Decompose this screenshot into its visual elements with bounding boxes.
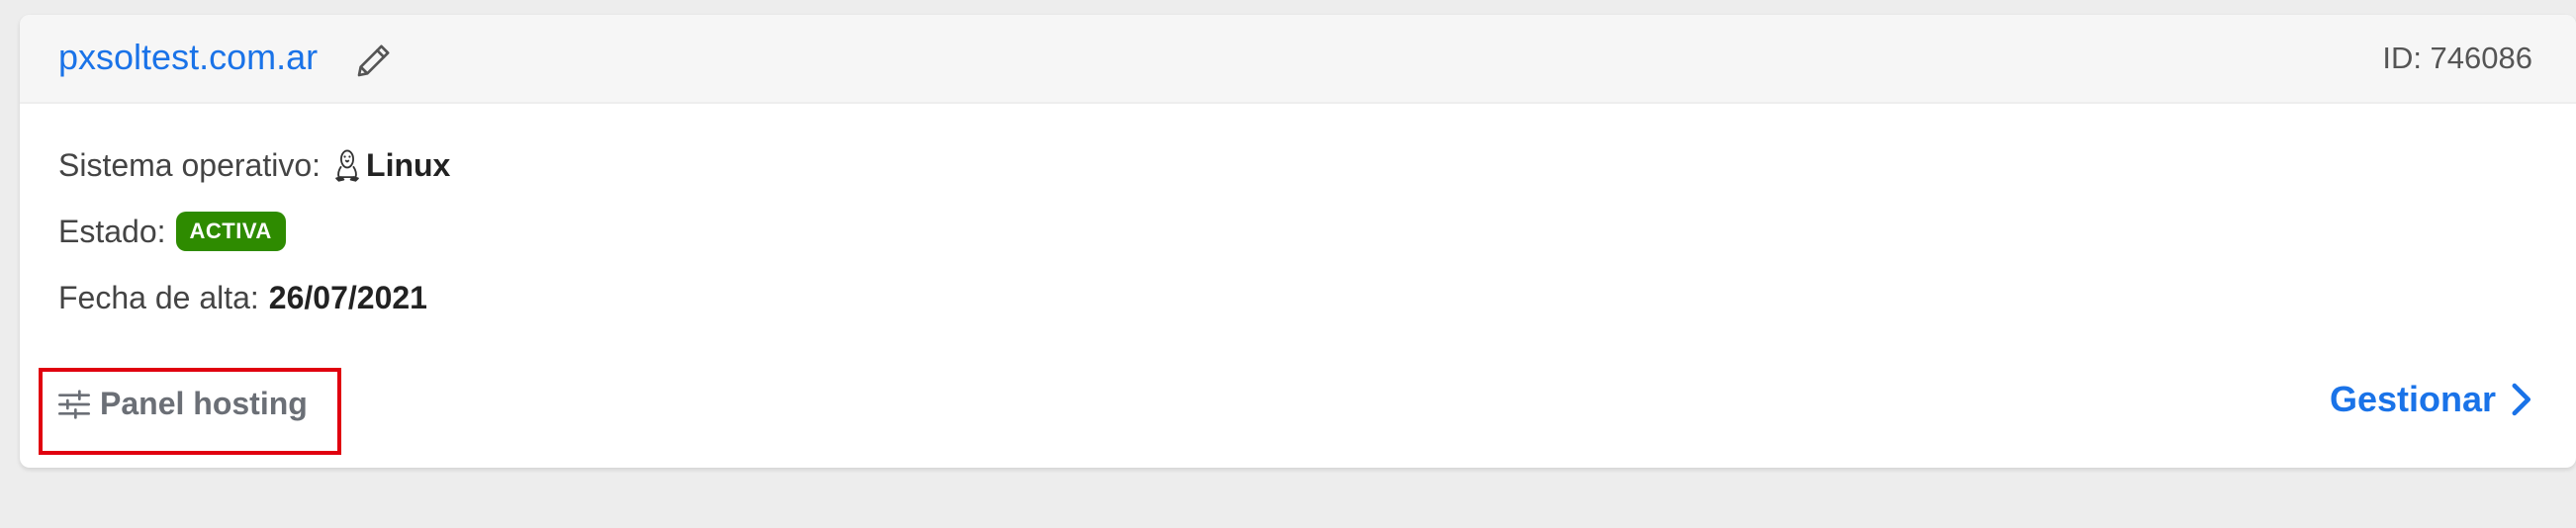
sliders-icon bbox=[58, 389, 90, 419]
date-row: Fecha de alta: 26/07/2021 bbox=[58, 276, 427, 319]
service-id: ID: 746086 bbox=[2382, 41, 2532, 75]
status-badge: ACTIVA bbox=[175, 212, 286, 251]
state-label: Estado: bbox=[58, 214, 166, 249]
os-label: Sistema operativo: bbox=[58, 147, 322, 183]
os-value: Linux bbox=[366, 147, 451, 183]
tux-linux-icon bbox=[335, 149, 359, 182]
pencil-icon[interactable] bbox=[354, 41, 394, 80]
domain-link[interactable]: pxsoltest.com.ar bbox=[58, 36, 318, 79]
date-label: Fecha de alta: bbox=[58, 280, 259, 315]
panel-hosting-label: Panel hosting bbox=[100, 386, 308, 421]
chevron-right-icon bbox=[2512, 383, 2531, 416]
manage-button[interactable]: Gestionar bbox=[2330, 379, 2531, 420]
manage-label: Gestionar bbox=[2329, 379, 2496, 419]
date-value: 26/07/2021 bbox=[268, 280, 427, 315]
state-row: Estado: ACTIVA bbox=[58, 210, 286, 253]
panel-hosting-button[interactable]: Panel hosting bbox=[58, 386, 308, 422]
os-row: Sistema operativo: Linux bbox=[58, 143, 450, 187]
card-header: pxsoltest.com.ar ID: 746086 bbox=[20, 15, 2576, 104]
hosting-service-card: pxsoltest.com.ar ID: 746086 Sistema oper… bbox=[20, 15, 2576, 468]
